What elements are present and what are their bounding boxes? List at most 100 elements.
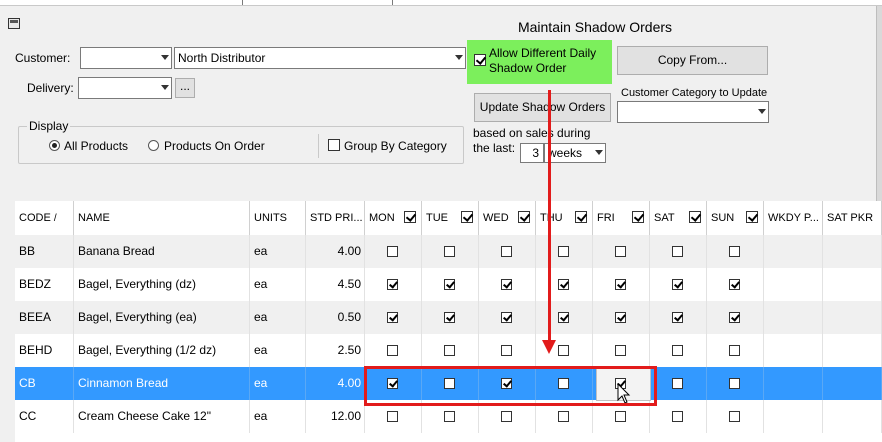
cell-wkdy-p	[764, 400, 823, 433]
mon-checkbox[interactable]	[387, 279, 398, 290]
customer-code-select[interactable]	[80, 47, 172, 69]
allow-daily-checkbox[interactable]	[474, 54, 486, 66]
fri-header-checkbox[interactable]	[632, 211, 644, 223]
tue-checkbox[interactable]	[444, 411, 455, 422]
thu-checkbox[interactable]	[558, 246, 569, 257]
cell-std-price: 4.00	[306, 367, 365, 400]
column-header-tue[interactable]: TUE	[422, 201, 479, 235]
all-products-radio[interactable]	[49, 140, 60, 151]
sat-checkbox[interactable]	[672, 312, 683, 323]
sun-header-checkbox[interactable]	[746, 211, 758, 223]
cell-sat	[650, 367, 707, 400]
column-header-sun[interactable]: SUN	[707, 201, 764, 235]
cell-mon	[365, 268, 422, 301]
tue-header-checkbox[interactable]	[461, 211, 473, 223]
cell-mon	[365, 235, 422, 268]
table-row[interactable]: BEEA Bagel, Everything (ea) ea 0.50	[15, 301, 882, 334]
fri-checkbox[interactable]	[615, 411, 626, 422]
wed-checkbox[interactable]	[501, 246, 512, 257]
fri-checkbox[interactable]	[615, 279, 626, 290]
sat-checkbox[interactable]	[672, 246, 683, 257]
app-window-icon	[8, 18, 20, 29]
chevron-down-icon	[595, 150, 603, 155]
fri-checkbox[interactable]	[615, 312, 626, 323]
thu-checkbox[interactable]	[558, 279, 569, 290]
sat-checkbox[interactable]	[672, 279, 683, 290]
sun-checkbox[interactable]	[729, 378, 740, 389]
mon-checkbox[interactable]	[387, 345, 398, 356]
sat-checkbox[interactable]	[672, 345, 683, 356]
wed-checkbox[interactable]	[501, 279, 512, 290]
cell-wed	[479, 301, 536, 334]
thu-header-checkbox[interactable]	[575, 211, 587, 223]
wed-checkbox[interactable]	[501, 411, 512, 422]
cell-sun	[707, 400, 764, 433]
group-by-category-checkbox[interactable]	[328, 139, 340, 151]
table-row[interactable]: BEDZ Bagel, Everything (dz) ea 4.50	[15, 268, 882, 301]
cell-code: BB	[15, 235, 74, 268]
annotation-arrow-line	[548, 90, 551, 342]
wed-header-checkbox[interactable]	[518, 211, 530, 223]
customer-name-select[interactable]: North Distributor	[174, 47, 466, 69]
table-row[interactable]: BB Banana Bread ea 4.00	[15, 235, 882, 268]
delivery-select[interactable]	[78, 77, 172, 99]
cell-fri	[593, 301, 650, 334]
sun-checkbox[interactable]	[729, 246, 740, 257]
cell-name: Bagel, Everything (dz)	[74, 268, 250, 301]
column-header-mon[interactable]: MON	[365, 201, 422, 235]
column-header-wed[interactable]: WED	[479, 201, 536, 235]
thu-checkbox[interactable]	[558, 312, 569, 323]
copy-from-button[interactable]: Copy From...	[617, 46, 768, 75]
column-header-sat[interactable]: SAT	[650, 201, 707, 235]
delivery-browse-button[interactable]: ...	[175, 78, 195, 98]
column-header-code[interactable]: CODE /	[15, 201, 74, 235]
fri-checkbox[interactable]	[615, 246, 626, 257]
sun-checkbox[interactable]	[729, 279, 740, 290]
the-last-label: the last:	[473, 141, 516, 155]
wed-checkbox[interactable]	[501, 312, 512, 323]
mon-checkbox[interactable]	[387, 411, 398, 422]
thu-checkbox[interactable]	[558, 411, 569, 422]
fri-checkbox[interactable]	[615, 345, 626, 356]
sun-checkbox[interactable]	[729, 312, 740, 323]
cell-std-price: 4.50	[306, 268, 365, 301]
column-header-sat-pkr[interactable]: SAT PKR	[823, 201, 882, 235]
sat-checkbox[interactable]	[672, 378, 683, 389]
tue-checkbox[interactable]	[444, 312, 455, 323]
tue-checkbox[interactable]	[444, 345, 455, 356]
allow-daily-label-line1: Allow Different Daily	[489, 46, 597, 60]
table-row[interactable]: BEHD Bagel, Everything (1/2 dz) ea 2.50	[15, 334, 882, 367]
mon-checkbox[interactable]	[387, 246, 398, 257]
cell-units: ea	[250, 400, 306, 433]
thu-checkbox[interactable]	[558, 345, 569, 356]
column-header-units[interactable]: UNITS	[250, 201, 306, 235]
cell-name: Cinnamon Bread	[74, 367, 250, 400]
wed-checkbox[interactable]	[501, 345, 512, 356]
tue-checkbox[interactable]	[444, 279, 455, 290]
column-header-name[interactable]: NAME	[74, 201, 250, 235]
cell-thu	[536, 301, 593, 334]
update-shadow-orders-button[interactable]: Update Shadow Orders	[474, 93, 611, 122]
category-update-select[interactable]	[617, 101, 769, 123]
products-on-order-radio[interactable]	[148, 140, 159, 151]
sun-checkbox[interactable]	[729, 411, 740, 422]
tue-checkbox[interactable]	[444, 246, 455, 257]
cell-sat	[650, 400, 707, 433]
cell-tue	[422, 268, 479, 301]
column-header-fri[interactable]: FRI	[593, 201, 650, 235]
column-header-wkdy-p[interactable]: WKDY P...	[764, 201, 823, 235]
mon-header-checkbox[interactable]	[404, 211, 416, 223]
delivery-label: Delivery:	[27, 81, 74, 95]
weeks-unit-select[interactable]: weeks	[544, 143, 606, 163]
sat-checkbox[interactable]	[672, 411, 683, 422]
cell-wed	[479, 235, 536, 268]
strip-tick	[242, 0, 243, 5]
mon-checkbox[interactable]	[387, 312, 398, 323]
sun-checkbox[interactable]	[729, 345, 740, 356]
column-header-code-label: CODE	[19, 212, 51, 224]
weeks-count-input[interactable]: 3	[520, 143, 544, 163]
column-header-thu[interactable]: THU	[536, 201, 593, 235]
sat-header-checkbox[interactable]	[689, 211, 701, 223]
cell-wed	[479, 334, 536, 367]
column-header-std-price[interactable]: STD PRI...	[306, 201, 365, 235]
